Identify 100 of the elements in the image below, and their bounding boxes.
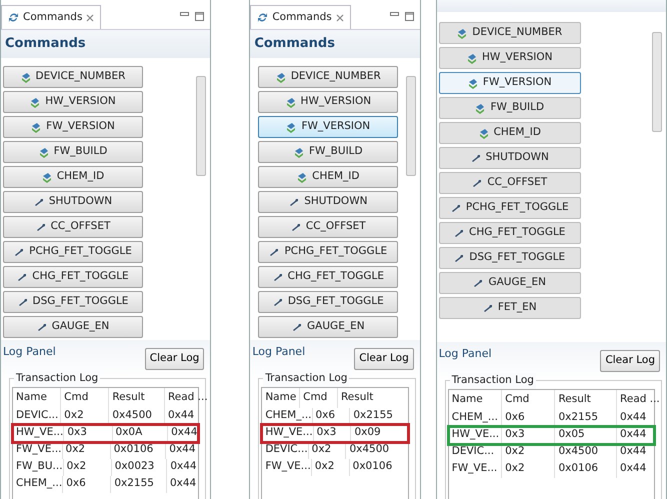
table-cell-text: 0x44 (166, 408, 196, 424)
table-cell: 0x2 (308, 442, 346, 459)
table-cell: 0x6 (502, 410, 556, 427)
table-cell-text: 0x09 (353, 425, 382, 440)
view-tab[interactable]: Commands (250, 5, 351, 29)
table-cell: 0x2155 (555, 410, 618, 427)
command-button[interactable]: CHEM_ID (438, 122, 581, 144)
command-button[interactable]: GAUGE_EN (438, 272, 581, 294)
table-cell: HW_VE... (262, 424, 314, 442)
command-button[interactable]: SHUTDOWN (3, 191, 143, 213)
table-cell-text: 0x44 (619, 410, 648, 426)
command-button[interactable]: GAUGE_EN (258, 316, 398, 338)
command-button[interactable]: FW_BUILD (258, 141, 398, 163)
table-cell-text: 0x2155 (352, 408, 394, 424)
command-button[interactable]: CC_OFFSET (438, 172, 581, 194)
command-button[interactable]: DEVICE_NUMBER (3, 66, 143, 88)
command-button[interactable]: FW_BUILD (438, 97, 581, 119)
view-tab[interactable]: Commands (1, 5, 102, 29)
command-button[interactable]: HW_VERSION (258, 91, 398, 113)
table-cell: DEVIC... (448, 444, 502, 461)
table-cell: 0x2155 (111, 476, 167, 493)
command-button[interactable]: DSG_FET_TOGGLE (3, 291, 143, 313)
command-button[interactable]: CHEM_ID (258, 166, 398, 188)
column-header[interactable]: Cmd (300, 388, 338, 408)
table-cell: 0x3 (502, 426, 556, 444)
command-button[interactable]: CHG_FET_TOGGLE (438, 222, 581, 244)
command-button[interactable]: PCHG_FET_TOGGLE (438, 197, 581, 219)
table-cell: 0x0023 (112, 458, 168, 476)
log-panel-title: Log Panel (252, 344, 306, 360)
table-cell: 0x0106 (555, 460, 618, 478)
clear-log-button[interactable]: Clear Log (354, 348, 414, 370)
command-button[interactable]: FET_EN (438, 297, 581, 319)
command-button[interactable]: DEVICE_NUMBER (438, 22, 581, 44)
table-cell: CHEM_... (13, 476, 64, 493)
command-button[interactable]: CHG_FET_TOGGLE (3, 266, 143, 288)
table-cell-text: 0x44 (170, 425, 198, 440)
command-button[interactable]: HW_VERSION (438, 47, 581, 69)
panel-heading: Commands (250, 30, 420, 58)
command-button[interactable]: DSG_FET_TOGGLE (438, 247, 581, 269)
command-button[interactable]: CHG_FET_TOGGLE (258, 266, 398, 288)
command-button[interactable]: CC_OFFSET (3, 216, 143, 238)
command-button[interactable]: PCHG_FET_TOGGLE (258, 241, 398, 263)
panel-heading: Commands (1, 30, 210, 58)
command-button[interactable]: FW_VERSION (3, 116, 143, 138)
table-cell: DEVIC... (13, 408, 62, 425)
table-cell-text: 0x44 (619, 444, 648, 460)
table-cell: FW_VE... (13, 442, 63, 459)
clear-log-button[interactable]: Clear Log (144, 348, 204, 370)
column-header[interactable]: Cmd (502, 390, 556, 410)
column-header[interactable]: Cmd (61, 388, 110, 408)
table-cell: 0x2 (502, 460, 556, 478)
table-cell: 0x2 (61, 408, 110, 425)
command-button[interactable]: FW_BUILD (3, 141, 143, 163)
column-header[interactable]: Result (109, 388, 165, 408)
column-header[interactable]: Name (13, 388, 62, 408)
table-cell: 0x2 (64, 458, 112, 476)
table-cell-text: 0x0106 (352, 459, 394, 474)
command-button[interactable]: CHEM_ID (3, 166, 143, 188)
column-header[interactable]: Result (338, 388, 408, 408)
table-cell: 0x3 (64, 424, 113, 442)
column-header[interactable]: Result (555, 390, 618, 410)
command-button[interactable]: DEVICE_NUMBER (258, 66, 398, 88)
command-button[interactable]: SHUTDOWN (258, 191, 398, 213)
table-cell-text: 0x44 (619, 427, 648, 442)
table-cell: 0x0106 (110, 442, 166, 459)
table-cell-text: 0x4500 (348, 442, 390, 458)
column-header[interactable]: Read ... (617, 390, 660, 410)
table-cell: 0x2 (62, 442, 111, 459)
column-header[interactable]: Name (262, 388, 300, 408)
table-cell: 0x4500 (109, 408, 165, 425)
table-cell: 0x2 (312, 458, 350, 476)
table-cell: FW_VE... (448, 460, 502, 478)
table-cell: 0x4500 (555, 444, 618, 461)
group-label: Transaction Log (263, 370, 350, 386)
command-button[interactable]: SHUTDOWN (438, 147, 581, 169)
log-panel-title: Log Panel (3, 344, 56, 360)
column-header[interactable]: Name (448, 390, 502, 410)
table-cell: 0x0A (112, 424, 168, 442)
command-button[interactable]: CC_OFFSET (258, 216, 398, 238)
command-button[interactable]: DSG_FET_TOGGLE (258, 291, 398, 313)
command-button[interactable]: PCHG_FET_TOGGLE (3, 241, 143, 263)
clear-log-button[interactable]: Clear Log (600, 350, 660, 372)
table-cell: FW_BU... (13, 458, 64, 476)
log-panel-title: Log Panel (438, 346, 492, 362)
command-button[interactable]: HW_VERSION (3, 91, 143, 113)
table-cell: CHEM_... (448, 410, 502, 427)
table-cell: HW_VE... (448, 426, 502, 444)
table-cell-text: 0x44 (619, 461, 648, 476)
command-button[interactable]: FW_VERSION (438, 72, 581, 94)
group-label: Transaction Log (14, 370, 100, 386)
table-cell: 0x3 (314, 424, 352, 442)
table-cell: 0x6 (312, 408, 350, 425)
command-button[interactable]: FW_VERSION (258, 116, 398, 138)
table-cell: 0x2 (502, 444, 556, 461)
table-cell-text: 0x44 (168, 476, 198, 492)
table-cell: 0x05 (555, 426, 618, 444)
table-cell-text: 0x44 (169, 459, 198, 474)
group-label: Transaction Log (450, 372, 536, 388)
column-header[interactable]: Read ... (164, 388, 208, 408)
command-button[interactable]: GAUGE_EN (3, 316, 143, 338)
